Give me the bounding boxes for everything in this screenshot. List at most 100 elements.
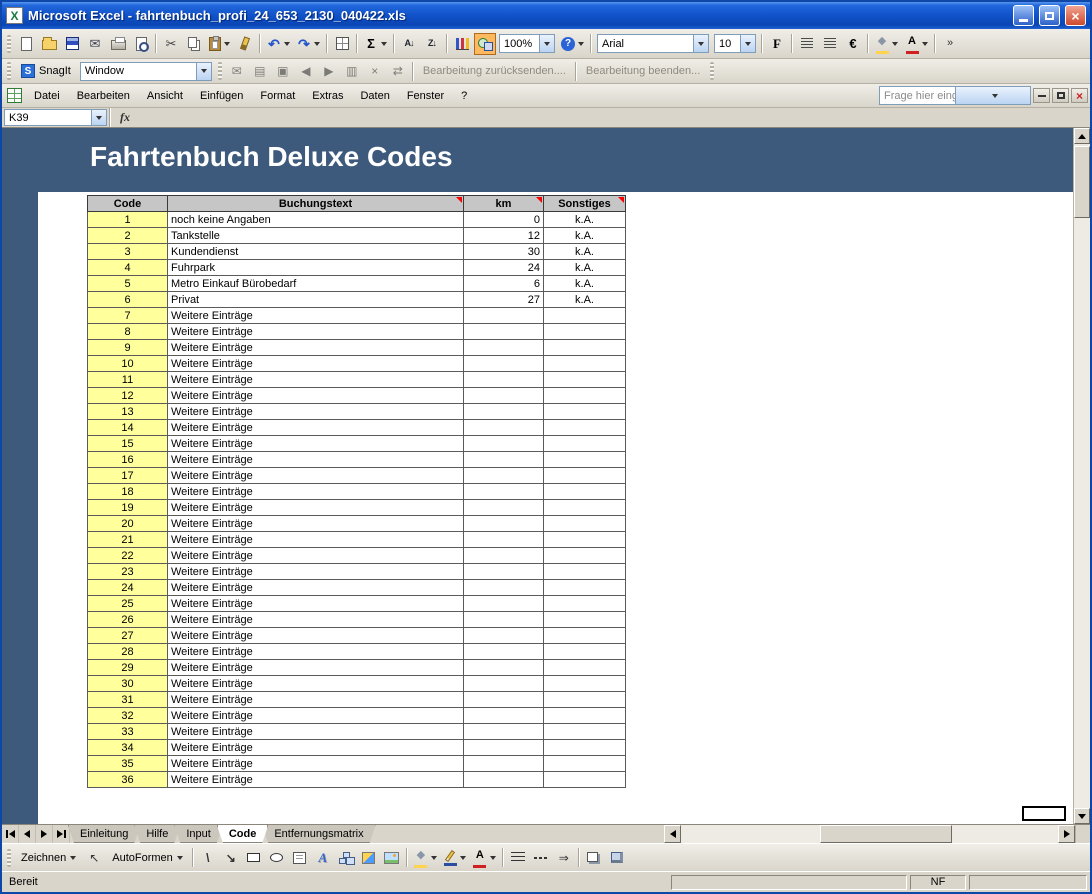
undo-icon[interactable]: ↶ — [264, 33, 293, 55]
cell-code[interactable]: 5 — [88, 276, 168, 292]
cell-text[interactable]: Weitere Einträge — [168, 756, 464, 772]
cell-so[interactable] — [544, 372, 626, 388]
cell-code[interactable]: 28 — [88, 644, 168, 660]
cell-km[interactable]: 6 — [464, 276, 544, 292]
cell-text[interactable]: Weitere Einträge — [168, 532, 464, 548]
oval-icon[interactable] — [266, 847, 288, 869]
cell-km[interactable] — [464, 612, 544, 628]
cell-text[interactable]: Weitere Einträge — [168, 484, 464, 500]
picture-icon[interactable] — [381, 847, 403, 869]
cell-code[interactable]: 11 — [88, 372, 168, 388]
cell-code[interactable]: 14 — [88, 420, 168, 436]
menu-item-fenster[interactable]: Fenster — [399, 87, 452, 105]
toolbar-grip[interactable] — [710, 62, 714, 80]
sheet-tab-input[interactable]: Input — [174, 825, 222, 843]
save-icon[interactable] — [61, 33, 83, 55]
cell-code[interactable]: 9 — [88, 340, 168, 356]
dropdown-caret-icon[interactable] — [490, 856, 496, 860]
previous-sheet-button[interactable] — [19, 825, 36, 843]
cell-text[interactable]: Weitere Einträge — [168, 420, 464, 436]
dropdown-caret-icon[interactable] — [381, 42, 387, 46]
sort-ascending-icon[interactable]: A↓ — [398, 33, 420, 55]
dropdown-caret-icon[interactable] — [196, 63, 211, 80]
paste-icon[interactable] — [206, 33, 233, 55]
print-preview-icon[interactable] — [130, 33, 152, 55]
cell-code[interactable]: 33 — [88, 724, 168, 740]
cell-text[interactable]: Privat — [168, 292, 464, 308]
cell-so[interactable] — [544, 468, 626, 484]
cell-so[interactable]: k.A. — [544, 292, 626, 308]
cell-km[interactable] — [464, 644, 544, 660]
cell-text[interactable]: Weitere Einträge — [168, 660, 464, 676]
cell-text[interactable]: Weitere Einträge — [168, 724, 464, 740]
sort-descending-icon[interactable]: Z↓ — [421, 33, 443, 55]
cell-text[interactable]: Weitere Einträge — [168, 612, 464, 628]
cell-code[interactable]: 25 — [88, 596, 168, 612]
cell-so[interactable] — [544, 756, 626, 772]
cell-km[interactable] — [464, 628, 544, 644]
cell-text[interactable]: Weitere Einträge — [168, 388, 464, 404]
dropdown-caret-icon[interactable] — [314, 42, 320, 46]
cell-text[interactable]: Weitere Einträge — [168, 676, 464, 692]
cell-text[interactable]: Weitere Einträge — [168, 708, 464, 724]
cell-so[interactable] — [544, 724, 626, 740]
sheet-tab-entfernungsmatrix[interactable]: Entfernungsmatrix — [262, 825, 375, 843]
cell-text[interactable]: Weitere Einträge — [168, 740, 464, 756]
cell-so[interactable] — [544, 516, 626, 532]
cell-km[interactable] — [464, 660, 544, 676]
column-header-code[interactable]: Code — [88, 196, 168, 212]
drawing-menu-button[interactable]: Zeichnen — [15, 848, 82, 868]
cell-km[interactable] — [464, 388, 544, 404]
worksheet[interactable]: Fahrtenbuch Deluxe Codes CodeBuchungstex… — [2, 128, 1073, 824]
cell-code[interactable]: 30 — [88, 676, 168, 692]
cell-km[interactable] — [464, 756, 544, 772]
cell-code[interactable]: 29 — [88, 660, 168, 676]
cell-code[interactable]: 3 — [88, 244, 168, 260]
cell-code[interactable]: 21 — [88, 532, 168, 548]
cell-so[interactable]: k.A. — [544, 228, 626, 244]
column-header-sonstiges[interactable]: Sonstiges — [544, 196, 626, 212]
cell-so[interactable] — [544, 404, 626, 420]
empty-text-box[interactable] — [1022, 806, 1066, 821]
print-icon[interactable] — [107, 33, 129, 55]
cell-km[interactable]: 30 — [464, 244, 544, 260]
cell-code[interactable]: 13 — [88, 404, 168, 420]
cell-km[interactable] — [464, 420, 544, 436]
font-color-icon[interactable]: A — [470, 847, 499, 869]
cell-text[interactable]: Weitere Einträge — [168, 308, 464, 324]
cell-code[interactable]: 8 — [88, 324, 168, 340]
cell-so[interactable] — [544, 308, 626, 324]
cell-so[interactable] — [544, 484, 626, 500]
toolbar-grip[interactable] — [7, 35, 11, 53]
cell-so[interactable]: k.A. — [544, 276, 626, 292]
align-center-icon[interactable] — [819, 33, 841, 55]
cell-text[interactable]: Kundendienst — [168, 244, 464, 260]
cell-text[interactable]: Weitere Einträge — [168, 772, 464, 788]
cell-code[interactable]: 2 — [88, 228, 168, 244]
cell-so[interactable] — [544, 340, 626, 356]
toolbar-grip[interactable] — [7, 849, 11, 867]
cell-code[interactable]: 32 — [88, 708, 168, 724]
borders-icon[interactable] — [331, 33, 353, 55]
cell-code[interactable]: 23 — [88, 564, 168, 580]
cell-text[interactable]: Weitere Einträge — [168, 692, 464, 708]
fill-color-icon[interactable]: ◆ — [411, 847, 440, 869]
arrow-style-icon[interactable]: ⇒ — [553, 847, 575, 869]
cell-km[interactable] — [464, 356, 544, 372]
cell-so[interactable] — [544, 532, 626, 548]
question-box[interactable]: Frage hier eingeben — [879, 86, 1031, 105]
cell-km[interactable] — [464, 532, 544, 548]
cell-code[interactable]: 7 — [88, 308, 168, 324]
cell-km[interactable] — [464, 596, 544, 612]
cell-km[interactable] — [464, 708, 544, 724]
cell-text[interactable]: Weitere Einträge — [168, 356, 464, 372]
menu-item-bearbeiten[interactable]: Bearbeiten — [69, 87, 138, 105]
cell-so[interactable] — [544, 324, 626, 340]
cell-km[interactable] — [464, 580, 544, 596]
cell-km[interactable]: 12 — [464, 228, 544, 244]
toolbar-options-icon[interactable]: » — [939, 33, 961, 55]
cell-code[interactable]: 15 — [88, 436, 168, 452]
maximize-button[interactable] — [1039, 5, 1060, 26]
cell-km[interactable] — [464, 308, 544, 324]
menu-item-datei[interactable]: Datei — [26, 87, 68, 105]
